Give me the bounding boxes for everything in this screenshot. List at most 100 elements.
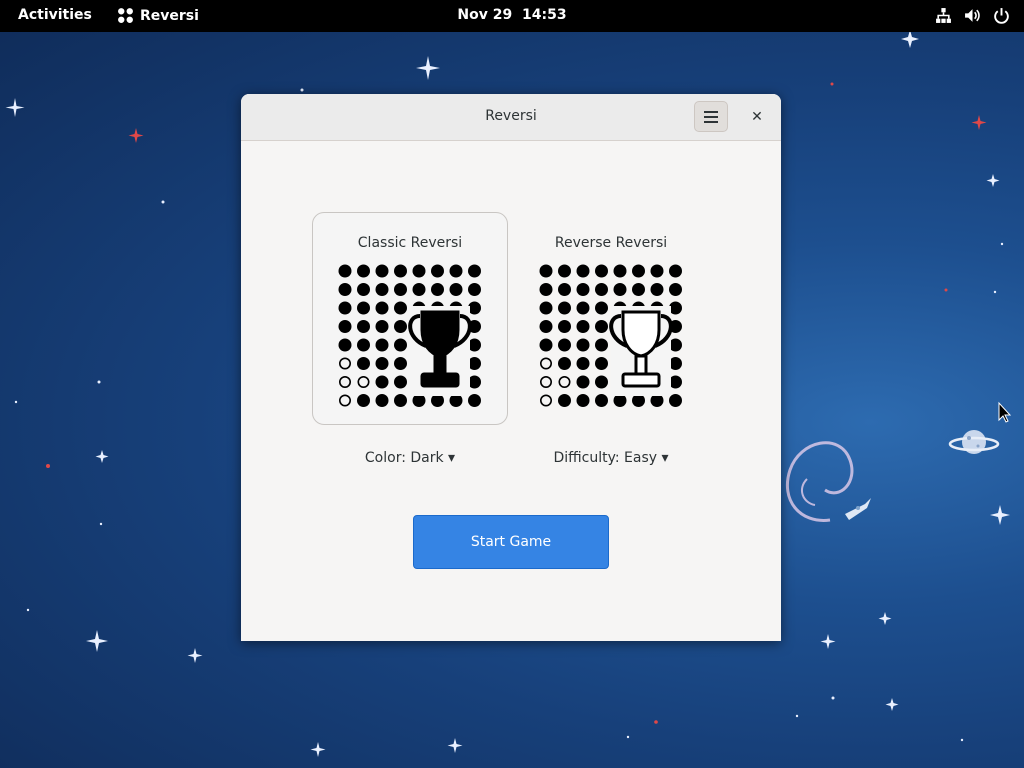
close-icon: ✕ (751, 109, 763, 125)
board-disc (650, 264, 664, 278)
board-disc (595, 264, 608, 278)
board-disc (595, 375, 608, 389)
board-disc (558, 338, 571, 352)
galaxy-swirl-decoration (785, 441, 854, 522)
board-disc (669, 264, 682, 278)
board-disc (669, 283, 682, 296)
board-disc (449, 264, 463, 278)
board-disc (650, 283, 664, 296)
board-disc (357, 376, 370, 389)
board-disc (613, 264, 627, 278)
board-disc (338, 283, 352, 296)
board-disc (540, 376, 552, 389)
board-disc (394, 320, 407, 333)
board-disc (540, 357, 552, 370)
hamburger-menu-icon (704, 110, 718, 123)
board-disc (394, 375, 407, 389)
board-disc (357, 320, 370, 333)
board-disc (357, 283, 370, 296)
board-disc (339, 357, 351, 370)
board-disc (357, 264, 370, 278)
board-disc (357, 338, 370, 352)
board-disc (338, 320, 352, 333)
board-disc (539, 320, 553, 333)
board-disc (576, 338, 590, 352)
planet-decoration (948, 430, 1000, 454)
difficulty-dropdown[interactable]: Difficulty: Easy ▾ (513, 450, 709, 466)
board-disc (632, 283, 645, 296)
board-disc (539, 301, 553, 315)
board-disc (375, 320, 389, 333)
board-disc (576, 357, 590, 370)
board-disc (595, 301, 608, 315)
board-disc (394, 283, 407, 296)
close-button[interactable]: ✕ (745, 105, 769, 129)
board-disc (375, 338, 389, 352)
reverse-reversi-title: Reverse Reversi (554, 235, 668, 251)
board-disc (338, 264, 352, 278)
board-disc (539, 283, 553, 296)
board-disc (558, 357, 571, 370)
reverse-reversi-card[interactable]: Reverse Reversi (513, 212, 709, 425)
reversi-window: Reversi ✕ Classic Reversi Reverse Revers… (241, 94, 781, 641)
network-icon (936, 8, 951, 23)
clock-time: 14:53 (522, 7, 567, 23)
system-tray[interactable] (935, 7, 1010, 24)
board-disc (375, 283, 389, 296)
board-disc (412, 264, 426, 278)
board-disc (576, 264, 590, 278)
classic-reversi-title: Classic Reversi (357, 235, 463, 251)
power-icon (994, 8, 1009, 24)
mouse-cursor (998, 401, 1012, 423)
board-disc (394, 301, 407, 315)
board-disc (412, 283, 426, 296)
board-disc (558, 301, 571, 315)
board-disc (449, 283, 463, 296)
board-disc (595, 320, 608, 333)
header-bar[interactable]: Reversi ✕ (241, 94, 781, 141)
board-disc (539, 338, 553, 352)
classic-reversi-card[interactable]: Classic Reversi (312, 212, 508, 425)
color-dropdown[interactable]: Color: Dark ▾ (312, 450, 508, 466)
volume-icon (965, 9, 980, 22)
board-disc (339, 376, 351, 389)
board-disc (375, 301, 389, 315)
board-disc (595, 283, 608, 296)
board-disc (576, 320, 590, 333)
start-game-button[interactable]: Start Game (413, 515, 609, 569)
board-disc (468, 264, 481, 278)
board-disc (338, 301, 352, 315)
clock-date: Nov 29 (457, 7, 513, 23)
board-disc (375, 264, 389, 278)
board-disc (394, 394, 407, 407)
board-disc (576, 375, 590, 389)
rocket-decoration (845, 498, 871, 520)
board-disc (558, 394, 571, 407)
reverse-board-preview (539, 264, 682, 407)
board-disc (431, 283, 444, 296)
board-disc (375, 357, 389, 370)
board-disc (558, 320, 571, 333)
board-disc (576, 394, 590, 407)
board-disc (339, 394, 351, 407)
board-disc (558, 283, 571, 296)
board-disc (394, 264, 407, 278)
board-disc (558, 264, 571, 278)
classic-board-preview (338, 264, 481, 407)
board-disc (357, 394, 370, 407)
board-disc (375, 375, 389, 389)
board-disc (595, 394, 608, 407)
board-disc (595, 338, 608, 352)
board-disc (576, 283, 590, 296)
board-disc (394, 338, 407, 352)
clock[interactable]: Nov 29 14:53 (0, 7, 1024, 23)
trophy-icon (408, 306, 472, 396)
board-disc (431, 264, 444, 278)
main-menu-button[interactable] (694, 101, 728, 132)
top-bar: Activities Reversi Nov 29 14:53 (0, 0, 1024, 32)
board-disc (632, 264, 645, 278)
board-disc (357, 357, 370, 370)
board-disc (468, 283, 481, 296)
board-disc (613, 283, 627, 296)
board-disc (540, 394, 552, 407)
